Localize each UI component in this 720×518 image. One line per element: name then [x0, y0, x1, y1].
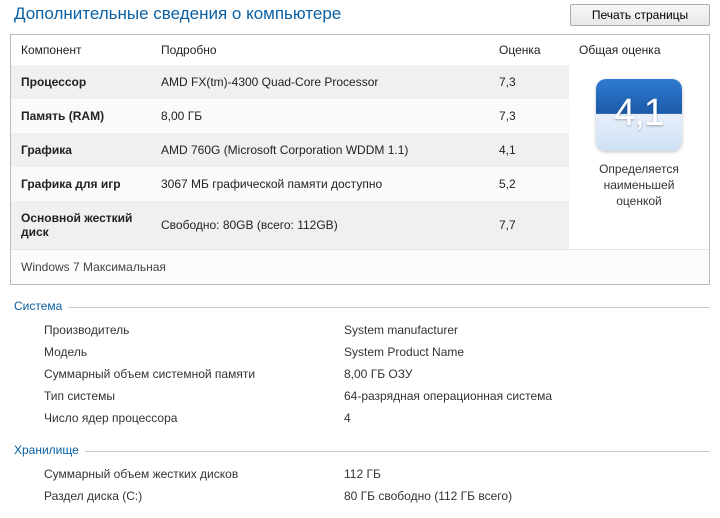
kv-key: Производитель	[44, 323, 344, 337]
storage-section: Хранилище Суммарный объем жестких дисков…	[10, 443, 710, 507]
kv-value: System manufacturer	[344, 323, 710, 337]
row-detail: 8,00 ГБ	[151, 99, 489, 133]
row-score: 7,3	[489, 65, 569, 99]
col-detail: Подробно	[151, 35, 489, 65]
page-title: Дополнительные сведения о компьютере	[14, 4, 341, 24]
overall-score-caption: Определяется наименьшей оценкой	[569, 161, 709, 210]
overall-score-value: 4,1	[614, 92, 664, 135]
kv-row: Суммарный объем системной памяти 8,00 ГБ…	[14, 363, 710, 385]
col-score: Оценка	[489, 35, 569, 65]
kv-row: Суммарный объем жестких дисков 112 ГБ	[14, 463, 710, 485]
section-title-system: Система	[14, 299, 710, 313]
kv-value: 80 ГБ свободно (112 ГБ всего)	[344, 489, 710, 503]
wei-table: Компонент Подробно Оценка Общая оценка П…	[10, 34, 710, 285]
row-label: Процессор	[11, 65, 151, 99]
row-label: Графика	[11, 133, 151, 167]
col-component: Компонент	[11, 35, 151, 65]
overall-score-badge: 4,1	[596, 79, 682, 151]
kv-key: Число ядер процессора	[44, 411, 344, 425]
kv-value: 8,00 ГБ ОЗУ	[344, 367, 710, 381]
kv-value: 64-разрядная операционная система	[344, 389, 710, 403]
row-detail: AMD FX(tm)-4300 Quad-Core Processor	[151, 65, 489, 99]
row-label: Основной жесткий диск	[11, 201, 151, 249]
section-title-text: Система	[14, 299, 62, 313]
kv-row: Производитель System manufacturer	[14, 319, 710, 341]
col-overall: Общая оценка	[569, 35, 709, 65]
row-detail: Свободно: 80GB (всего: 112GB)	[151, 201, 489, 249]
row-score: 7,3	[489, 99, 569, 133]
row-score: 4,1	[489, 133, 569, 167]
row-score: 5,2	[489, 167, 569, 201]
kv-key: Раздел диска (C:)	[44, 489, 344, 503]
overall-score-panel: 4,1 Определяется наименьшей оценкой	[569, 65, 709, 249]
os-edition: Windows 7 Максимальная	[11, 249, 709, 284]
row-detail: 3067 МБ графической памяти доступно	[151, 167, 489, 201]
kv-row: Модель System Product Name	[14, 341, 710, 363]
row-label: Память (RAM)	[11, 99, 151, 133]
row-label: Графика для игр	[11, 167, 151, 201]
row-score: 7,7	[489, 201, 569, 249]
kv-value: System Product Name	[344, 345, 710, 359]
section-title-storage: Хранилище	[14, 443, 710, 457]
system-section: Система Производитель System manufacture…	[10, 299, 710, 429]
kv-key: Тип системы	[44, 389, 344, 403]
kv-row: Число ядер процессора 4	[14, 407, 710, 429]
kv-value: 4	[344, 411, 710, 425]
kv-key: Модель	[44, 345, 344, 359]
kv-key: Суммарный объем жестких дисков	[44, 467, 344, 481]
section-title-text: Хранилище	[14, 443, 79, 457]
kv-row: Раздел диска (C:) 80 ГБ свободно (112 ГБ…	[14, 485, 710, 507]
kv-value: 112 ГБ	[344, 467, 710, 481]
row-detail: AMD 760G (Microsoft Corporation WDDM 1.1…	[151, 133, 489, 167]
kv-row: Тип системы 64-разрядная операционная си…	[14, 385, 710, 407]
kv-key: Суммарный объем системной памяти	[44, 367, 344, 381]
print-page-button[interactable]: Печать страницы	[570, 4, 710, 26]
